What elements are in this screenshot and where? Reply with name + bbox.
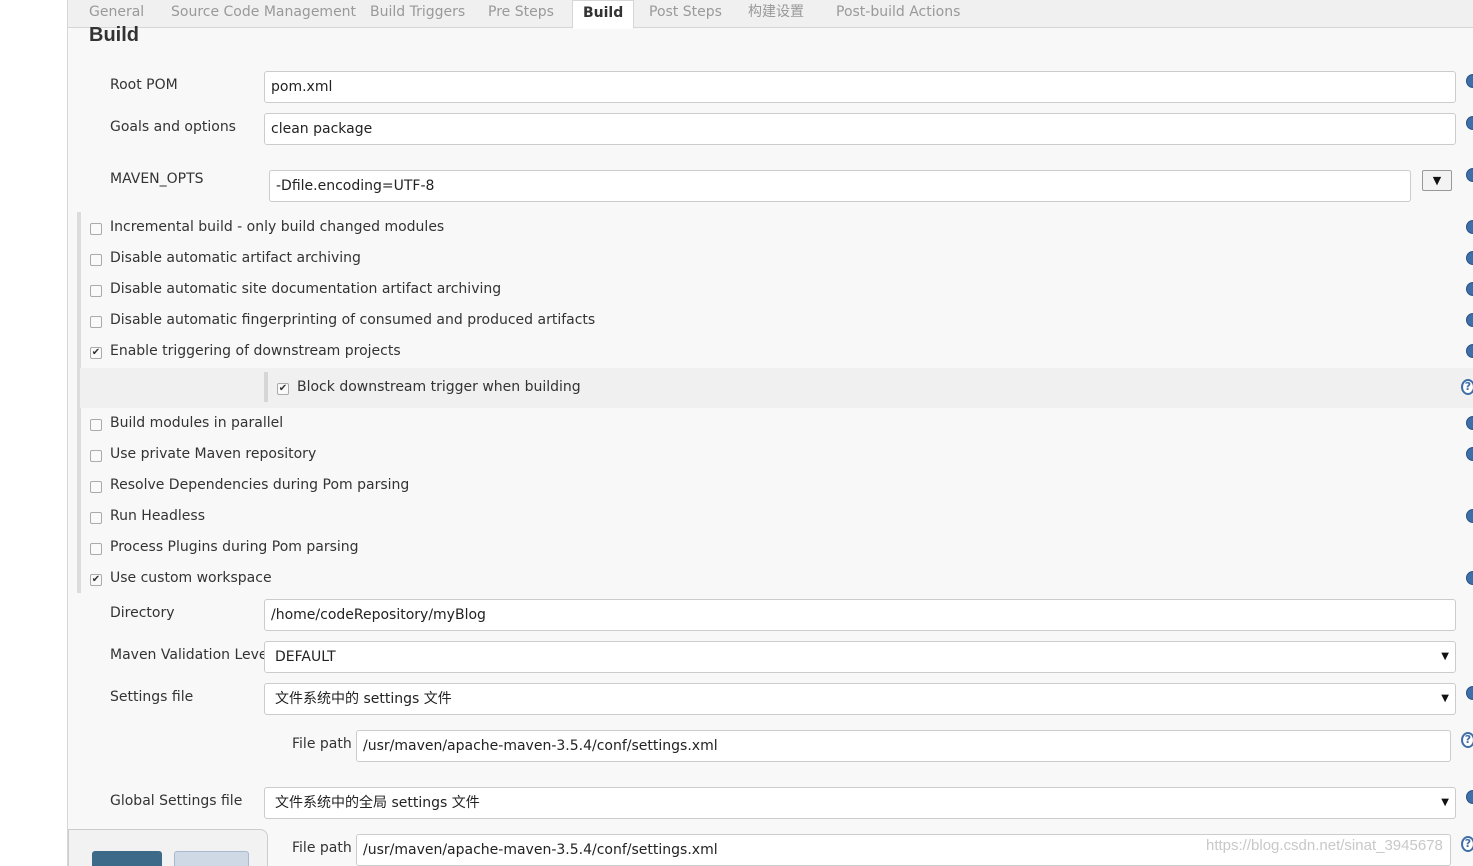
tab-build[interactable]: Build: [572, 0, 635, 29]
disable-artifact-archiving-help-icon[interactable]: [1466, 251, 1473, 265]
tab-pre-steps[interactable]: Pre Steps: [488, 0, 554, 28]
disable-fingerprinting-checkbox[interactable]: [90, 316, 102, 328]
disable-site-archiving-checkbox[interactable]: [90, 285, 102, 297]
disable-fingerprinting-help-icon[interactable]: [1466, 313, 1473, 327]
apply-button[interactable]: [174, 851, 249, 866]
maven-opts-input[interactable]: -Dfile.encoding=UTF-8: [269, 170, 1411, 202]
private-repo-help-icon[interactable]: [1466, 447, 1473, 461]
chevron-down-icon: ▼: [1441, 651, 1449, 662]
incremental-build-label: Incremental build - only build changed m…: [110, 219, 445, 235]
directory-input[interactable]: /home/codeRepository/myBlog: [264, 599, 1456, 631]
process-plugins-label: Process Plugins during Pom parsing: [110, 539, 359, 555]
disable-artifact-archiving-checkbox[interactable]: [90, 254, 102, 266]
build-parallel-checkbox[interactable]: [90, 419, 102, 431]
left-margin: [0, 0, 67, 866]
tab-build-triggers[interactable]: Build Triggers: [370, 0, 465, 28]
chevron-down-icon: ▼: [1441, 797, 1449, 808]
global-settings-select[interactable]: 文件系统中的全局 settings 文件 ▼: [264, 787, 1456, 819]
private-repo-checkbox[interactable]: [90, 450, 102, 462]
enable-downstream-help-icon[interactable]: [1466, 344, 1473, 358]
settings-file-value: 文件系统中的 settings 文件: [275, 691, 452, 707]
block-downstream-help-icon[interactable]: ?: [1461, 379, 1473, 395]
settings-file-select[interactable]: 文件系统中的 settings 文件 ▼: [264, 683, 1456, 715]
root-pom-input[interactable]: pom.xml: [264, 71, 1456, 103]
disable-site-archiving-help-icon[interactable]: [1466, 282, 1473, 296]
custom-workspace-help-icon[interactable]: [1466, 571, 1473, 585]
validation-level-label: Maven Validation Level: [110, 647, 272, 663]
incremental-build-checkbox[interactable]: [90, 223, 102, 235]
resolve-dependencies-label: Resolve Dependencies during Pom parsing: [110, 477, 410, 493]
config-panel: General Source Code Management Build Tri…: [67, 0, 1473, 866]
run-headless-checkbox[interactable]: [90, 512, 102, 524]
build-parallel-label: Build modules in parallel: [110, 415, 284, 431]
maven-opts-expand-button[interactable]: ▼: [1422, 170, 1452, 191]
nested-indent-bar: [264, 372, 268, 402]
global-settings-path-help-icon[interactable]: ?: [1461, 836, 1473, 852]
section-tabs: General Source Code Management Build Tri…: [68, 0, 1473, 29]
settings-file-label: Settings file: [110, 689, 194, 705]
private-repo-label: Use private Maven repository: [110, 446, 317, 462]
global-settings-value: 文件系统中的全局 settings 文件: [275, 795, 480, 811]
settings-file-path-label: File path: [292, 736, 352, 752]
incremental-build-help-icon[interactable]: [1466, 220, 1473, 234]
validation-level-select[interactable]: DEFAULT ▼: [264, 641, 1456, 673]
enable-downstream-label: Enable triggering of downstream projects: [110, 343, 401, 359]
section-title: Build: [89, 24, 139, 46]
run-headless-help-icon[interactable]: [1466, 509, 1473, 523]
custom-workspace-label: Use custom workspace: [110, 570, 272, 586]
tab-post-build-actions[interactable]: Post-build Actions: [836, 0, 960, 28]
settings-path-help-icon[interactable]: ?: [1461, 732, 1473, 748]
block-downstream-checkbox[interactable]: ✔: [277, 383, 289, 395]
goals-label: Goals and options: [110, 119, 236, 135]
chevron-down-icon: ▼: [1441, 693, 1449, 704]
root-pom-help-icon[interactable]: [1466, 74, 1473, 88]
resolve-dependencies-checkbox[interactable]: [90, 481, 102, 493]
save-button[interactable]: [92, 851, 162, 866]
enable-downstream-checkbox[interactable]: ✔: [90, 347, 102, 359]
directory-label: Directory: [110, 605, 175, 621]
build-parallel-help-icon[interactable]: [1466, 416, 1473, 430]
watermark: https://blog.csdn.net/sinat_3945678: [1206, 837, 1443, 854]
block-downstream-label: Block downstream trigger when building: [297, 379, 581, 395]
disable-fingerprinting-label: Disable automatic fingerprinting of cons…: [110, 312, 596, 328]
maven-opts-help-icon[interactable]: [1466, 168, 1473, 182]
tab-source-code-management[interactable]: Source Code Management: [171, 0, 356, 28]
settings-file-help-icon[interactable]: [1466, 686, 1473, 700]
disable-artifact-archiving-label: Disable automatic artifact archiving: [110, 250, 361, 266]
maven-opts-label: MAVEN_OPTS: [110, 171, 204, 187]
run-headless-label: Run Headless: [110, 508, 205, 524]
process-plugins-checkbox[interactable]: [90, 543, 102, 555]
settings-file-path-input[interactable]: /usr/maven/apache-maven-3.5.4/conf/setti…: [356, 730, 1451, 762]
root-pom-label: Root POM: [110, 77, 178, 93]
disable-site-archiving-label: Disable automatic site documentation art…: [110, 281, 502, 297]
global-settings-help-icon[interactable]: [1466, 790, 1473, 804]
goals-input[interactable]: clean package: [264, 113, 1456, 145]
global-settings-label: Global Settings file: [110, 793, 243, 809]
tab-post-steps[interactable]: Post Steps: [649, 0, 722, 28]
goals-help-icon[interactable]: [1466, 116, 1473, 130]
jenkins-config-page: General Source Code Management Build Tri…: [0, 0, 1473, 866]
tab-build-settings[interactable]: 构建设置: [748, 0, 804, 28]
global-settings-path-label: File path: [292, 840, 352, 856]
validation-level-value: DEFAULT: [275, 649, 336, 665]
custom-workspace-checkbox[interactable]: ✔: [90, 574, 102, 586]
